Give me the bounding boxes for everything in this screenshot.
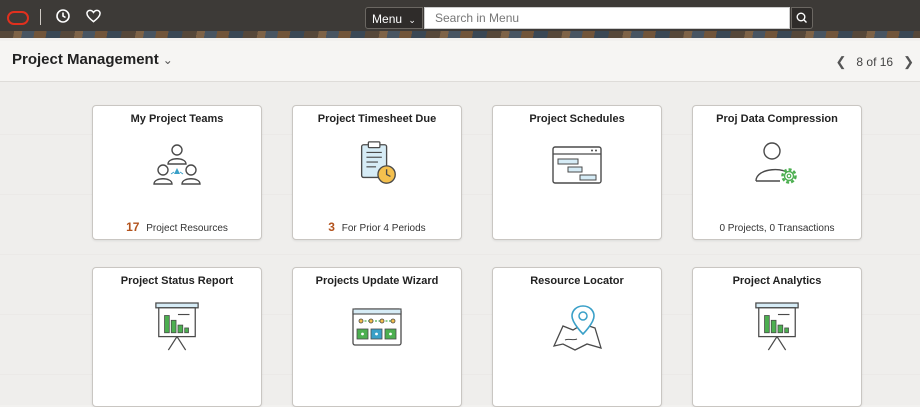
chevron-left-icon[interactable]: ❮: [835, 54, 846, 70]
presentation-chart-icon: [155, 302, 199, 351]
recent-clock-icon[interactable]: [56, 9, 70, 23]
wizard-steps-icon: [352, 308, 402, 346]
chevron-right-icon[interactable]: ❯: [903, 54, 914, 70]
menu-button-label: Menu: [372, 12, 403, 26]
tile-title: My Project Teams: [130, 113, 224, 125]
page-header: Project Management ⌄ ❮ 8 of 16 ❯: [0, 41, 920, 82]
tile-title: Proj Data Compression: [716, 113, 838, 125]
tile-proj-data-compression[interactable]: Proj Data Compression 0 Projects, 0 Tran…: [692, 105, 862, 240]
page-title-text: Project Management: [12, 51, 159, 68]
tile-resource-locator[interactable]: Resource Locator: [492, 267, 662, 407]
search-input[interactable]: [424, 7, 790, 29]
pager-text: 8 of 16: [856, 55, 894, 69]
gantt-schedule-icon: [552, 146, 602, 184]
timesheet-clipboard-icon: [360, 141, 396, 184]
search-icon: [796, 12, 807, 23]
tile-footer-text: For Prior 4 Periods: [341, 223, 426, 234]
favorites-heart-icon[interactable]: [86, 9, 101, 23]
page-title[interactable]: Project Management ⌄: [12, 51, 173, 68]
tile-project-analytics[interactable]: Project Analytics: [692, 267, 862, 407]
search-button[interactable]: [791, 7, 813, 29]
tile-footer-text: 0 Projects, 0 Transactions: [719, 223, 835, 234]
banner-pattern: [0, 31, 920, 38]
team-people-icon: [153, 144, 201, 185]
presentation-chart-icon: [755, 302, 799, 351]
tile-title: Project Schedules: [529, 113, 625, 125]
tiles-area: My Project Teams 17 Project Resources Pr…: [0, 82, 920, 407]
tile-count: 17: [126, 220, 140, 234]
menu-button[interactable]: Menu ⌄: [365, 7, 423, 29]
user-gear-icon: [755, 142, 797, 184]
oracle-logo[interactable]: [7, 11, 29, 25]
tile-footer: 17 Project Resources: [93, 220, 261, 234]
tile-projects-update-wizard[interactable]: Projects Update Wizard: [292, 267, 462, 407]
tile-count: 3: [328, 220, 335, 234]
tile-project-timesheet-due[interactable]: Project Timesheet Due 3 For Prior 4 Peri…: [292, 105, 462, 240]
tile-project-status-report[interactable]: Project Status Report: [92, 267, 262, 407]
tile-title: Resource Locator: [530, 275, 624, 287]
top-navigation-bar: Menu ⌄: [0, 0, 920, 38]
tile-footer: 3 For Prior 4 Periods: [293, 220, 461, 234]
tile-footer: 0 Projects, 0 Transactions: [693, 223, 861, 234]
tile-project-schedules[interactable]: Project Schedules: [492, 105, 662, 240]
tile-title: Project Status Report: [120, 275, 234, 287]
tile-footer-text: Project Resources: [146, 223, 228, 234]
chevron-down-icon: ⌄: [162, 53, 173, 67]
chevron-down-icon: ⌄: [408, 15, 416, 25]
homepage-pager: ❮ 8 of 16 ❯: [835, 54, 914, 70]
tile-title: Projects Update Wizard: [315, 275, 439, 287]
tile-title: Project Analytics: [732, 275, 822, 287]
toolbar-separator: [40, 9, 41, 25]
tile-title: Project Timesheet Due: [317, 113, 437, 125]
map-location-pin-icon: [552, 305, 602, 351]
tile-my-project-teams[interactable]: My Project Teams 17 Project Resources: [92, 105, 262, 240]
